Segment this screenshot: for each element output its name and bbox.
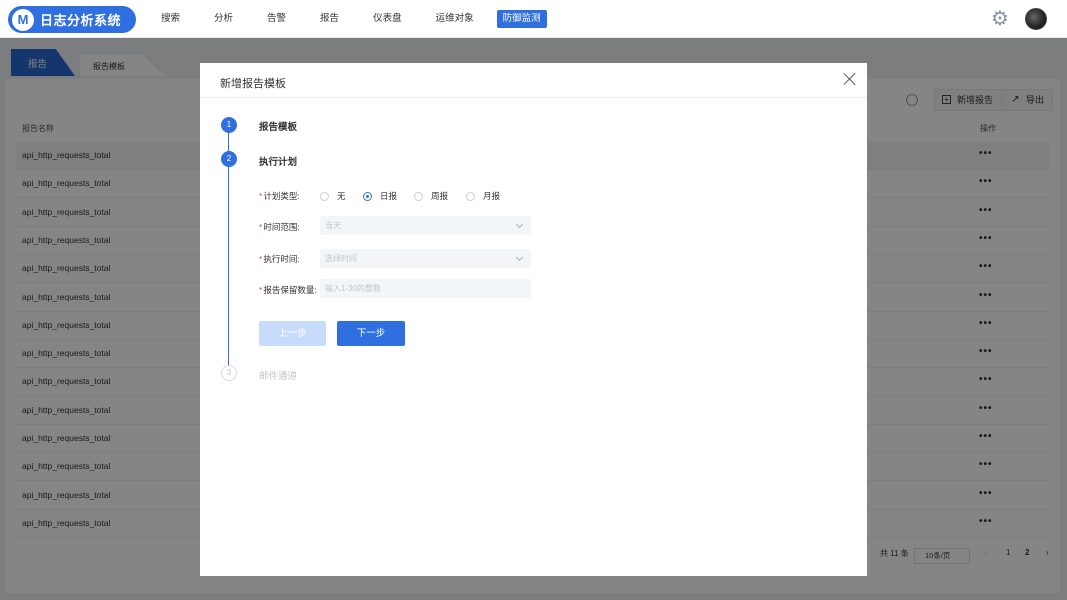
- gear-icon[interactable]: ⚙: [990, 9, 1010, 29]
- nav-item-dashboard[interactable]: 仪表盘: [362, 10, 413, 28]
- step-3-label: 邮件通道: [259, 371, 298, 382]
- step-connector: [228, 133, 229, 371]
- time-range-select[interactable]: 当天: [320, 216, 531, 235]
- chevron-down-icon: [515, 220, 524, 229]
- exec-time-label: *执行时间:: [259, 254, 300, 264]
- chevron-down-icon: [515, 253, 524, 262]
- nav-item-search[interactable]: 搜索: [150, 10, 191, 28]
- prev-step-button[interactable]: 上一步: [259, 321, 326, 346]
- plan-option-none[interactable]: 无: [320, 190, 346, 202]
- app-logo[interactable]: M 日志分析系统: [8, 6, 136, 33]
- main-nav: 搜索 分析 告警 报告 仪表盘 运维对象 防御监测: [150, 0, 559, 38]
- retention-input[interactable]: 输入1-30的整数: [320, 279, 531, 298]
- retention-label: *报告保留数量:: [259, 285, 317, 295]
- close-icon[interactable]: [843, 72, 857, 86]
- step-1-number: 1: [221, 117, 237, 133]
- nav-item-defense-monitor[interactable]: 防御监测: [496, 10, 547, 28]
- exec-time-select[interactable]: 选择时间: [320, 249, 531, 268]
- nav-item-analysis[interactable]: 分析: [203, 10, 244, 28]
- plan-type-label: *计划类型:: [259, 191, 300, 201]
- logo-icon: M: [12, 8, 34, 31]
- nav-item-alerts[interactable]: 告警: [256, 10, 297, 28]
- nav-item-reports[interactable]: 报告: [309, 10, 350, 28]
- top-navbar: M 日志分析系统 搜索 分析 告警 报告 仪表盘 运维对象 防御监测 ⚙: [0, 0, 1067, 38]
- plan-option-daily[interactable]: 日报: [363, 190, 397, 202]
- nav-item-ops-objects[interactable]: 运维对象: [425, 10, 485, 28]
- step-1-label: 报告模板: [259, 122, 298, 133]
- step-2-number: 2: [221, 151, 237, 167]
- plan-option-monthly[interactable]: 月报: [466, 190, 500, 202]
- app-title: 日志分析系统: [40, 13, 122, 28]
- time-range-label: *时间范围:: [259, 222, 300, 232]
- new-report-template-modal: 新增报告模板 1 报告模板 2 执行计划 *计划类型: 无 日报 周报 月报 *…: [200, 63, 867, 576]
- next-step-button[interactable]: 下一步: [337, 321, 405, 346]
- step-2-label: 执行计划: [259, 157, 298, 168]
- step-3-number: 3: [221, 365, 237, 381]
- plan-option-weekly[interactable]: 周报: [414, 190, 448, 202]
- modal-title: 新增报告模板: [220, 78, 286, 90]
- modal-header: 新增报告模板: [200, 63, 867, 98]
- avatar[interactable]: [1025, 8, 1047, 30]
